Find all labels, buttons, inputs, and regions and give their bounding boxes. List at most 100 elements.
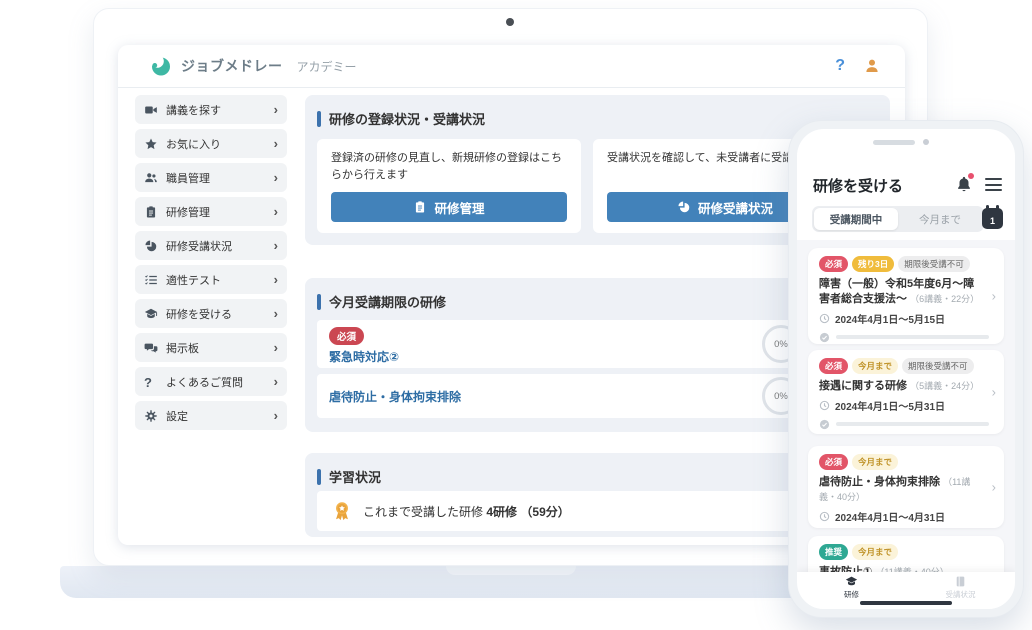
learning-label: これまで受講した研修 — [363, 505, 483, 519]
training-date: 2024年4月1日～4月31日 — [835, 509, 945, 524]
star-icon — [144, 137, 158, 151]
training-link[interactable]: 虐待防止・身体拘束排除 — [329, 388, 461, 405]
training-title: 障害（一般）令和5年度6月～障害者総合支援法～ （6講義・22分） — [819, 277, 993, 307]
sidebar-item-aptitude-test[interactable]: 適性テスト › — [135, 265, 287, 294]
pie-chart-icon — [677, 200, 691, 214]
stage: ジョブメドレー アカデミー ? 講義を探す › お気に入り › — [0, 0, 1032, 630]
training-card[interactable]: 必須 今月まで 虐待防止・身体拘束排除 （11講義・40分） › 2024年4月… — [808, 446, 1004, 528]
training-card[interactable]: 必須 残り3日 期限後受講不可 障害（一般）令和5年度6月～障害者総合支援法～ … — [808, 248, 1004, 344]
training-management-card: 登録済の研修の見直し、新規研修の登録はこちらから行えます 研修管理 — [317, 139, 581, 233]
training-title-text: 虐待防止・身体拘束排除 — [819, 476, 940, 488]
notification-bell-icon[interactable] — [955, 174, 973, 194]
sidebar-item-label: 講義を探す — [166, 102, 221, 118]
sidebar-item-find-lectures[interactable]: 講義を探す › — [135, 95, 287, 124]
sidebar-item-training-status[interactable]: 研修受講状況 › — [135, 231, 287, 260]
phone-speaker — [873, 140, 915, 145]
required-badge: 必須 — [329, 327, 364, 345]
section-title: 今月受講期限の研修 — [329, 292, 446, 311]
sidebar-item-favorites[interactable]: お気に入り › — [135, 129, 287, 158]
chevron-right-icon: › — [274, 171, 278, 184]
card-description: 登録済の研修の見直し、新規研修の登録はこちらから行えます — [331, 150, 567, 184]
gear-icon — [144, 409, 158, 423]
calendar-day: 1 — [990, 216, 995, 226]
app-logo[interactable]: ジョブメドレー アカデミー — [148, 54, 357, 78]
book-icon — [953, 575, 968, 588]
training-title: 虐待防止・身体拘束排除 （11講義・40分） — [819, 475, 993, 505]
sidebar: 講義を探す › お気に入り › 職員管理 › 研修管理 › 研修受講状況 — [135, 95, 287, 430]
section-header: 研修の登録状況・受講状況 — [305, 95, 890, 128]
note-badge: 期限後受講不可 — [898, 256, 970, 272]
tab-in-period[interactable]: 受講期間中 — [814, 208, 898, 230]
phone-camera-icon — [923, 139, 929, 145]
sidebar-item-faq[interactable]: ? よくあるご質問 › — [135, 367, 287, 396]
people-icon — [144, 171, 158, 185]
clipboard-icon — [144, 205, 158, 219]
progress-bar — [836, 422, 989, 426]
clock-icon — [819, 511, 830, 522]
phone-page-title: 研修を受ける — [813, 175, 903, 196]
chevron-right-icon: › — [274, 307, 278, 320]
sidebar-item-training-management[interactable]: 研修管理 › — [135, 197, 287, 226]
pie-chart-icon — [144, 239, 158, 253]
training-date: 2024年4月1日～5月15日 — [835, 311, 945, 326]
webcam-icon — [506, 18, 514, 26]
phone-bottom-nav: 研修 受講状況 — [797, 572, 1015, 609]
question-icon: ? — [144, 375, 158, 389]
required-badge: 必須 — [819, 454, 848, 470]
deadline-badge: 今月まで — [852, 544, 898, 560]
calendar-icon[interactable]: 1 — [982, 208, 1003, 229]
chevron-right-icon: › — [274, 103, 278, 116]
sidebar-item-settings[interactable]: 設定 › — [135, 401, 287, 430]
sidebar-item-label: よくあるご質問 — [166, 374, 243, 390]
chevron-right-icon: › — [992, 385, 996, 400]
chevron-right-icon: › — [274, 205, 278, 218]
required-badge: 必須 — [819, 358, 848, 374]
home-indicator[interactable] — [860, 601, 952, 605]
training-card[interactable]: 必須 今月まで 期限後受講不可 接遇に関する研修 （5講義・24分） › 202… — [808, 350, 1004, 434]
checklist-icon — [144, 273, 158, 287]
chevron-right-icon: › — [274, 375, 278, 388]
notification-dot — [968, 173, 974, 179]
help-icon[interactable]: ? — [835, 57, 845, 75]
medal-icon — [331, 500, 353, 522]
chat-bubbles-icon — [144, 341, 158, 355]
sidebar-item-label: 研修を受ける — [166, 306, 232, 322]
training-meta: （5講義・24分） — [910, 381, 979, 391]
required-badge: 必須 — [819, 256, 848, 272]
app-window: ジョブメドレー アカデミー ? 講義を探す › お気に入り › — [118, 45, 905, 545]
check-circle-icon — [819, 419, 830, 430]
graduation-cap-icon — [144, 307, 158, 321]
chevron-right-icon: › — [274, 273, 278, 286]
section-accent-bar — [317, 111, 321, 127]
training-management-button[interactable]: 研修管理 — [331, 192, 567, 222]
recommend-badge: 推奨 — [819, 544, 848, 560]
phone-mockup: 研修を受ける 受講期間中 今月まで 1 必須 残り3日 期限後受講不可 — [788, 120, 1024, 618]
phone-screen: 研修を受ける 受講期間中 今月まで 1 必須 残り3日 期限後受講不可 — [797, 129, 1015, 609]
sidebar-item-take-training[interactable]: 研修を受ける › — [135, 299, 287, 328]
clipboard-icon — [413, 200, 427, 214]
section-accent-bar — [317, 469, 321, 485]
sidebar-item-label: 研修受講状況 — [166, 238, 232, 254]
chevron-right-icon: › — [992, 480, 996, 495]
laptop-base-notch — [446, 566, 576, 575]
period-tabs: 受講期間中 今月まで — [812, 206, 984, 232]
note-badge: 期限後受講不可 — [902, 358, 974, 374]
training-date: 2024年4月1日～5月31日 — [835, 398, 945, 413]
learning-count: 4研修 — [486, 505, 517, 519]
progress-bar — [836, 335, 989, 339]
deadline-badge: 残り3日 — [852, 256, 894, 272]
tab-until-this-month[interactable]: 今月まで — [898, 208, 982, 230]
sidebar-item-staff-management[interactable]: 職員管理 › — [135, 163, 287, 192]
training-title: 接遇に関する研修 （5講義・24分） — [819, 379, 993, 394]
brand-logo-icon — [148, 54, 172, 78]
training-link[interactable]: 緊急時対応② — [329, 348, 399, 365]
menu-icon[interactable] — [985, 178, 1002, 195]
sidebar-item-board[interactable]: 掲示板 › — [135, 333, 287, 362]
user-account-icon[interactable] — [863, 57, 881, 75]
training-meta: （6講義・22分） — [910, 294, 979, 304]
app-header: ジョブメドレー アカデミー ? — [118, 45, 905, 88]
section-title: 研修の登録状況・受講状況 — [329, 109, 485, 128]
chevron-right-icon: › — [992, 289, 996, 304]
chevron-right-icon: › — [274, 341, 278, 354]
sidebar-item-label: 職員管理 — [166, 170, 210, 186]
